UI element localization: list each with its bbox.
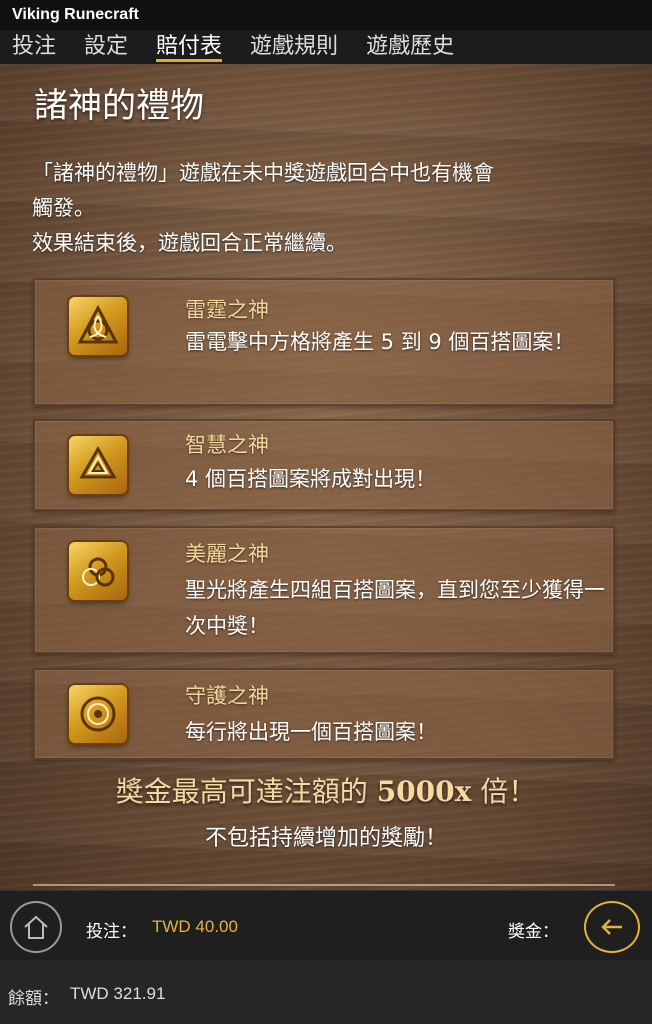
valknut-icon bbox=[69, 436, 127, 494]
tab-bar: 投注 設定 賠付表 遊戲規則 遊戲歷史 bbox=[0, 30, 652, 64]
paytable-content[interactable]: 諸神的禮物 「諸神的禮物」遊戲在未中獎遊戲回合中也有機會 觸發。 效果結束後，遊… bbox=[0, 64, 652, 890]
god-description: 每行將出現一個百搭圖案！ bbox=[185, 720, 437, 744]
balance-label: 餘額： bbox=[8, 989, 59, 1009]
max-win-prefix: 獎金最高可達注額的 bbox=[115, 775, 368, 808]
tab-paytable[interactable]: 賠付表 bbox=[156, 30, 223, 64]
max-win-note: 不包括持續增加的獎勵！ bbox=[204, 826, 447, 851]
balance-value: TWD 321.91 bbox=[70, 984, 166, 1003]
win-label: 獎金： bbox=[508, 922, 559, 942]
divider bbox=[33, 884, 615, 886]
tab-bet[interactable]: 投注 bbox=[12, 30, 56, 64]
triple-horn-icon bbox=[69, 542, 127, 600]
god-card-beauty: 美麗之神 聖光將產生四組百搭圖案，直到您至少獲得一次中獎！ bbox=[33, 526, 615, 654]
intro-text: 「諸神的禮物」遊戲在未中獎遊戲回合中也有機會 觸發。 效果結束後，遊戲回合正常繼… bbox=[32, 156, 612, 261]
shield-rings-icon bbox=[69, 685, 127, 743]
balance-bar: 餘額： TWD 321.91 bbox=[0, 960, 652, 1024]
home-button[interactable] bbox=[10, 901, 62, 953]
god-name: 守護之神 bbox=[185, 684, 269, 708]
god-card-wisdom: 智慧之神 4 個百搭圖案將成對出現！ bbox=[33, 419, 615, 511]
tab-game-rules[interactable]: 遊戲規則 bbox=[250, 30, 338, 64]
god-card-guardian: 守護之神 每行將出現一個百搭圖案！ bbox=[33, 668, 615, 760]
triquetra-icon bbox=[69, 297, 127, 355]
home-icon bbox=[24, 915, 48, 939]
god-name: 智慧之神 bbox=[185, 433, 269, 457]
god-description: 聖光將產生四組百搭圖案，直到您至少獲得一次中獎！ bbox=[185, 578, 605, 638]
god-name: 美麗之神 bbox=[185, 542, 269, 566]
max-win-text: 獎金最高可達注額的 5000x 倍！ bbox=[0, 770, 652, 810]
max-win-suffix: 倍！ bbox=[480, 775, 537, 808]
max-win-multiplier: 5000x bbox=[376, 775, 472, 808]
tab-game-history[interactable]: 遊戲歷史 bbox=[366, 30, 454, 64]
bet-bar: 投注： TWD 40.00 獎金： bbox=[0, 890, 652, 961]
page-title: 諸神的禮物 bbox=[34, 86, 204, 126]
god-card-thunder: 雷霆之神 雷電擊中方格將產生 5 到 9 個百搭圖案！ bbox=[33, 278, 615, 406]
intro-line: 觸發。 bbox=[32, 196, 95, 220]
intro-line: 「諸神的禮物」遊戲在未中獎遊戲回合中也有機會 bbox=[32, 161, 494, 185]
bet-label: 投注： bbox=[86, 922, 137, 942]
god-name: 雷霆之神 bbox=[185, 298, 269, 322]
intro-line: 效果結束後，遊戲回合正常繼續。 bbox=[32, 231, 347, 255]
tab-settings[interactable]: 設定 bbox=[84, 30, 128, 64]
god-description: 雷電擊中方格將產生 5 到 9 個百搭圖案！ bbox=[185, 330, 575, 354]
god-description: 4 個百搭圖案將成對出現！ bbox=[185, 467, 437, 491]
arrow-left-icon bbox=[601, 919, 622, 935]
bet-value: TWD 40.00 bbox=[152, 917, 238, 936]
app-title: Viking Runecraft bbox=[12, 6, 139, 23]
app-title-bar: Viking Runecraft bbox=[0, 0, 652, 30]
back-button[interactable] bbox=[584, 901, 640, 953]
